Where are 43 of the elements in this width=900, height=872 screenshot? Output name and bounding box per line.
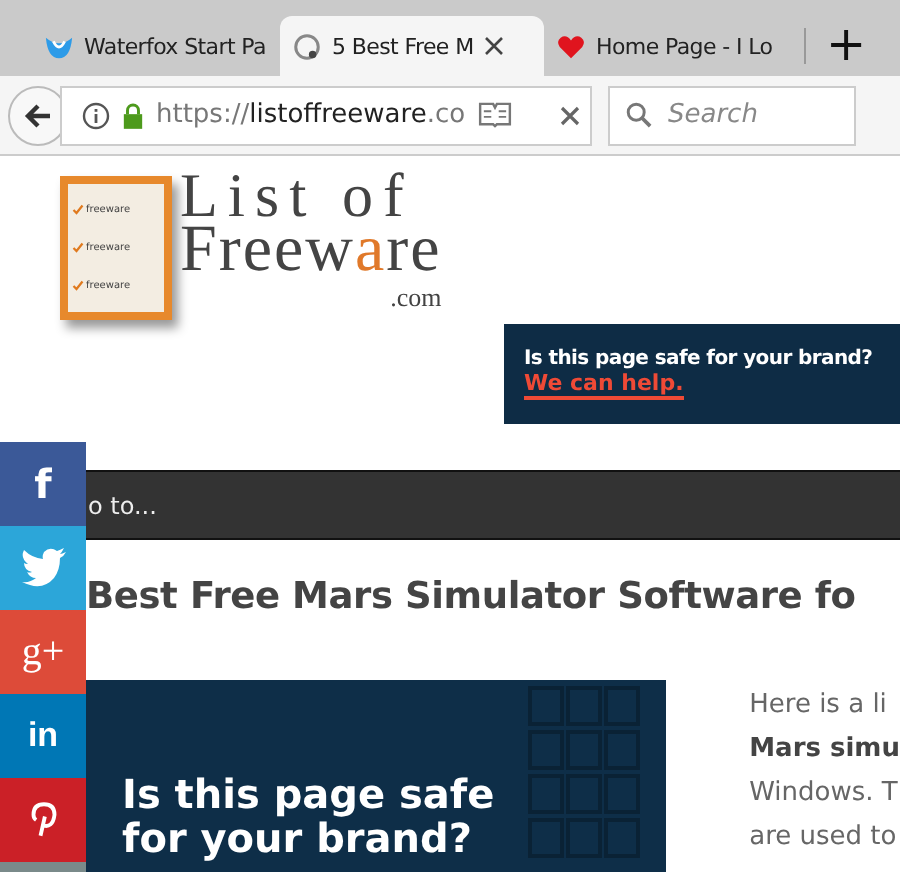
share-button[interactable] [0, 526, 86, 610]
intro-text: Here is a li [749, 688, 889, 724]
intro-text: Windows. T [749, 776, 900, 812]
browser-tab[interactable]: Home Page - I Lo [544, 16, 792, 76]
address-bar[interactable]: https://listoffreeware.co [60, 85, 592, 145]
share-button[interactable]: g+ [0, 610, 86, 694]
logo-text: .com [390, 284, 442, 310]
pin-icon [29, 800, 57, 840]
ad-text: Is this page safe for your brand? [524, 348, 875, 370]
search-input[interactable]: Search [664, 98, 832, 132]
menu-label: o to... [88, 491, 157, 519]
tab-title: Waterfox Start Pa [84, 33, 266, 59]
close-icon[interactable] [559, 105, 580, 125]
menu-bar[interactable]: o to... [86, 470, 900, 540]
article-heading: Best Free Mars Simulator Software fo [86, 576, 858, 622]
check-icon [72, 241, 84, 254]
share-button[interactable] [0, 778, 86, 862]
ad-text: Is this page safe for your brand? [122, 772, 497, 860]
intro-text: Mars simu [749, 732, 900, 768]
close-icon[interactable] [483, 36, 504, 56]
ad-link[interactable]: We can help. [524, 370, 684, 400]
ad-banner[interactable]: Is this page safe for your brand? We can help. [504, 324, 900, 424]
intro-text: are used to [749, 820, 899, 856]
share-button[interactable]: f [0, 442, 86, 526]
ad-banner[interactable]: Is this page safe for your brand? [86, 680, 666, 872]
lock-icon [122, 101, 144, 129]
loading-icon [292, 31, 322, 61]
new-tab-button[interactable]: + [818, 20, 875, 68]
reader-view-icon[interactable] [477, 102, 512, 128]
check-icon [72, 279, 84, 292]
heart-icon [556, 31, 586, 61]
tab-title: 5 Best Free M [332, 33, 474, 59]
browser-tab[interactable]: Waterfox Start Pa [32, 16, 280, 76]
back-icon [24, 101, 52, 129]
search-icon [626, 102, 652, 128]
search-field[interactable]: Search [608, 85, 856, 145]
info-icon[interactable] [82, 101, 110, 129]
share-button[interactable]: in [0, 694, 86, 778]
check-icon [72, 204, 84, 217]
url-text: https://listoffreeware.co [156, 100, 466, 130]
bird-icon [19, 548, 67, 588]
browser-tab[interactable]: 5 Best Free M [280, 16, 544, 76]
tab-title: Home Page - I Lo [596, 33, 773, 59]
